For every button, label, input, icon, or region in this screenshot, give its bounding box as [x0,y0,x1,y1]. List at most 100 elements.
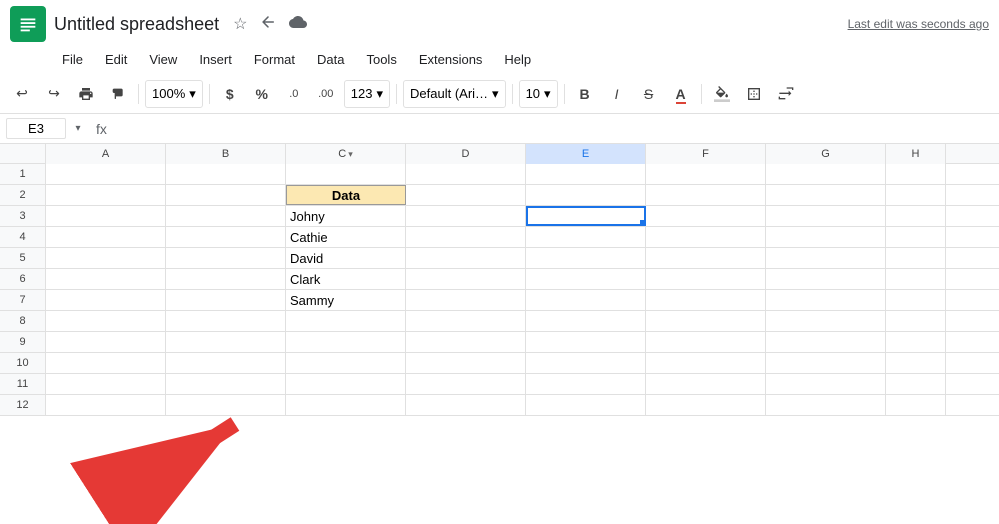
cell-g9[interactable] [766,332,886,352]
cell-d6[interactable] [406,269,526,289]
font-selector[interactable]: Default (Ari… ▾ [403,80,506,108]
cell-g12[interactable] [766,395,886,415]
cell-h10[interactable] [886,353,946,373]
cell-d12[interactable] [406,395,526,415]
cell-b7[interactable] [166,290,286,310]
cell-c7[interactable]: Sammy [286,290,406,310]
menu-format[interactable]: Format [244,48,305,71]
cell-d2[interactable] [406,185,526,205]
cell-f8[interactable] [646,311,766,331]
cell-h3[interactable] [886,206,946,226]
decimal-increase-button[interactable]: .00 [312,80,340,108]
cell-b9[interactable] [166,332,286,352]
formula-icon[interactable]: fx [90,121,113,137]
percent-button[interactable]: % [248,80,276,108]
redo-button[interactable]: ↪ [40,80,68,108]
cell-h5[interactable] [886,248,946,268]
cell-e7[interactable] [526,290,646,310]
col-header-g[interactable]: G [766,144,886,164]
col-header-c[interactable]: C ▾ [286,144,406,164]
cell-g8[interactable] [766,311,886,331]
text-color-button[interactable]: A [667,80,695,108]
cell-f7[interactable] [646,290,766,310]
cell-f10[interactable] [646,353,766,373]
cell-h6[interactable] [886,269,946,289]
row-header-12[interactable]: 12 [0,395,46,415]
cell-g1[interactable] [766,164,886,184]
cell-c4[interactable]: Cathie [286,227,406,247]
cell-c12[interactable] [286,395,406,415]
cell-a9[interactable] [46,332,166,352]
cell-g5[interactable] [766,248,886,268]
formula-input[interactable] [117,121,993,136]
cell-e1[interactable] [526,164,646,184]
star-icon[interactable]: ☆ [231,12,249,36]
menu-help[interactable]: Help [494,48,541,71]
cell-b8[interactable] [166,311,286,331]
cell-c11[interactable] [286,374,406,394]
cell-f9[interactable] [646,332,766,352]
cell-b5[interactable] [166,248,286,268]
cell-d10[interactable] [406,353,526,373]
cell-f6[interactable] [646,269,766,289]
document-title[interactable]: Untitled spreadsheet [54,14,219,35]
cell-a5[interactable] [46,248,166,268]
cell-f2[interactable] [646,185,766,205]
row-header-4[interactable]: 4 [0,227,46,247]
cell-e11[interactable] [526,374,646,394]
cell-g3[interactable] [766,206,886,226]
cell-d1[interactable] [406,164,526,184]
cell-e8[interactable] [526,311,646,331]
cell-d8[interactable] [406,311,526,331]
cell-d3[interactable] [406,206,526,226]
row-header-10[interactable]: 10 [0,353,46,373]
cell-f4[interactable] [646,227,766,247]
format-number-selector[interactable]: 123 ▾ [344,80,390,108]
col-header-a[interactable]: A [46,144,166,164]
cell-e4[interactable] [526,227,646,247]
menu-view[interactable]: View [139,48,187,71]
cell-c9[interactable] [286,332,406,352]
cell-h9[interactable] [886,332,946,352]
cell-h11[interactable] [886,374,946,394]
cell-d7[interactable] [406,290,526,310]
cell-a7[interactable] [46,290,166,310]
cell-c2[interactable]: Data [286,185,406,205]
drive-icon[interactable] [257,11,279,38]
cell-a3[interactable] [46,206,166,226]
cell-d5[interactable] [406,248,526,268]
cell-c3[interactable]: Johny [286,206,406,226]
cell-f12[interactable] [646,395,766,415]
cell-ref-dropdown[interactable]: ▾ [70,121,86,137]
cell-f11[interactable] [646,374,766,394]
strikethrough-button[interactable]: S [635,80,663,108]
borders-button[interactable] [740,80,768,108]
currency-button[interactable]: $ [216,80,244,108]
cell-f3[interactable] [646,206,766,226]
cell-b10[interactable] [166,353,286,373]
cell-g11[interactable] [766,374,886,394]
cell-b1[interactable] [166,164,286,184]
cell-g6[interactable] [766,269,886,289]
col-header-e[interactable]: E [526,144,646,164]
row-header-1[interactable]: 1 [0,164,46,184]
menu-data[interactable]: Data [307,48,354,71]
cell-reference-input[interactable] [6,118,66,139]
cell-c10[interactable] [286,353,406,373]
cell-c5[interactable]: David [286,248,406,268]
col-header-b[interactable]: B [166,144,286,164]
last-edit-label[interactable]: Last edit was seconds ago [848,17,989,31]
menu-tools[interactable]: Tools [356,48,406,71]
cell-a10[interactable] [46,353,166,373]
menu-edit[interactable]: Edit [95,48,137,71]
cell-f5[interactable] [646,248,766,268]
cell-g2[interactable] [766,185,886,205]
cell-g10[interactable] [766,353,886,373]
cell-c1[interactable] [286,164,406,184]
col-header-f[interactable]: F [646,144,766,164]
cell-b6[interactable] [166,269,286,289]
zoom-selector[interactable]: 100% ▾ [145,80,203,108]
cell-f1[interactable] [646,164,766,184]
row-header-9[interactable]: 9 [0,332,46,352]
cloud-icon[interactable] [287,11,309,38]
